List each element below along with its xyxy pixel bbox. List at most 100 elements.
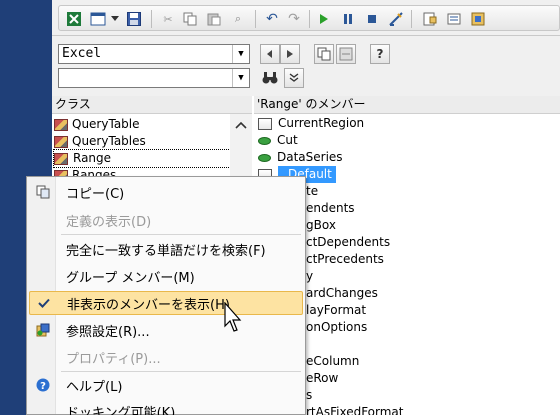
- menu-item-label: 参照設定(R)...: [66, 324, 150, 340]
- menu-icon-slot: [29, 264, 56, 288]
- menu-item-dockable[interactable]: ドッキング可能(K): [29, 399, 303, 415]
- class-item-querytables[interactable]: QueryTables: [54, 133, 146, 150]
- member-item[interactable]: Cut: [258, 132, 298, 149]
- member-item[interactable]: te: [306, 183, 318, 200]
- toolbar-separator: [309, 10, 310, 28]
- menu-item-label: 非表示のメンバーを表示(H): [67, 297, 230, 313]
- menu-icon-slot: [29, 399, 56, 415]
- help-button[interactable]: ?: [370, 44, 390, 64]
- excel-icon[interactable]: [65, 10, 83, 28]
- member-item[interactable]: layFormat: [306, 302, 366, 319]
- member-item-label: s: [306, 388, 313, 402]
- member-item-label: y: [306, 269, 314, 283]
- member-item[interactable]: endents: [306, 200, 355, 217]
- class-item-querytable[interactable]: QueryTable: [54, 116, 140, 133]
- copy-to-clipboard-button[interactable]: [314, 44, 334, 64]
- standard-toolbar: ✂ ⌕ ↶ ↷: [52, 0, 560, 36]
- member-item[interactable]: rtAsFixedFormat: [306, 404, 403, 415]
- object-browser-header: Excel ▼ ▼ ?: [52, 36, 560, 96]
- stop-icon[interactable]: [363, 10, 381, 28]
- member-item-label: ctDependents: [306, 235, 391, 249]
- member-item[interactable]: ctPrecedents: [306, 251, 384, 268]
- save-icon[interactable]: [125, 10, 143, 28]
- member-item-label: eRow: [306, 371, 339, 385]
- undo-icon[interactable]: ↶: [263, 10, 281, 28]
- show-search-results-button[interactable]: [284, 68, 304, 88]
- help-icon: ?: [29, 373, 56, 397]
- copy-icon[interactable]: [181, 10, 199, 28]
- search-select[interactable]: ▼: [58, 68, 250, 88]
- references-icon: [29, 318, 56, 342]
- dropdown-icon[interactable]: [109, 10, 121, 28]
- pause-icon[interactable]: [339, 10, 357, 28]
- menu-item-references[interactable]: 参照設定(R)...: [29, 318, 303, 342]
- menu-item-label: コピー(C): [66, 186, 125, 202]
- classes-header: クラス: [52, 96, 252, 114]
- class-item-range[interactable]: Range: [53, 149, 231, 168]
- toolbar-strip: ✂ ⌕ ↶ ↷: [58, 5, 560, 31]
- cut-icon[interactable]: ✂: [159, 10, 177, 28]
- toolbar-separator: [255, 10, 256, 28]
- member-item-label: ardChanges: [306, 286, 378, 300]
- property-icon: [258, 117, 272, 130]
- run-icon[interactable]: [315, 10, 333, 28]
- library-select[interactable]: Excel ▼: [58, 44, 250, 64]
- check-icon: [30, 291, 57, 315]
- member-item[interactable]: gBox: [306, 217, 336, 234]
- menu-item-group-members[interactable]: グループ メンバー(M): [29, 264, 303, 288]
- class-icon: [54, 118, 68, 131]
- members-header: 'Range' のメンバー: [254, 96, 560, 114]
- class-icon: [54, 152, 68, 165]
- properties-icon[interactable]: [445, 10, 463, 28]
- menu-item-help[interactable]: ? ヘルプ(L): [29, 373, 303, 397]
- member-item-label: Cut: [277, 133, 298, 147]
- menu-item-find-whole-word[interactable]: 完全に一致する単語だけを検索(F): [29, 237, 303, 261]
- member-item[interactable]: ardChanges: [306, 285, 378, 302]
- view-definition-button[interactable]: [336, 44, 356, 64]
- library-select-value: Excel: [62, 46, 102, 61]
- menu-item-view-definition: 定義の表示(D): [29, 208, 303, 232]
- member-item-label: onOptions: [306, 320, 368, 334]
- class-item-label: QueryTable: [72, 117, 140, 131]
- chevron-up-icon[interactable]: [235, 118, 247, 129]
- member-item-label: gBox: [306, 218, 336, 232]
- chevron-down-icon[interactable]: ▼: [232, 45, 249, 63]
- class-item-label: Range: [73, 151, 112, 165]
- copy-icon: [29, 180, 56, 204]
- member-item[interactable]: CurrentRegion: [258, 115, 364, 132]
- class-item-label: QueryTables: [72, 134, 146, 148]
- menu-item-show-hidden-members[interactable]: 非表示のメンバーを表示(H): [29, 291, 303, 315]
- member-item-label: DataSeries: [277, 150, 343, 164]
- member-item[interactable]: onOptions: [306, 319, 367, 336]
- back-button[interactable]: [260, 44, 280, 64]
- redo-icon[interactable]: ↷: [285, 10, 303, 28]
- member-item-label: endents: [306, 201, 355, 215]
- menu-separator: [61, 371, 301, 372]
- method-icon: [258, 153, 271, 162]
- member-item[interactable]: eRow: [306, 370, 338, 387]
- forward-button[interactable]: [280, 44, 300, 64]
- menu-item-label: プロパティ(P)...: [66, 351, 161, 367]
- member-item-label: CurrentRegion: [278, 116, 365, 130]
- chevron-down-icon[interactable]: ▼: [232, 69, 249, 87]
- object-browser-icon[interactable]: [469, 10, 487, 28]
- paste-icon[interactable]: [205, 10, 223, 28]
- menu-separator: [61, 234, 301, 235]
- design-mode-icon[interactable]: [387, 10, 405, 28]
- member-item[interactable]: eColumn: [306, 353, 359, 370]
- find-icon[interactable]: ⌕: [229, 10, 247, 28]
- member-item[interactable]: y: [306, 268, 313, 285]
- context-menu: コピー(C) 定義の表示(D) 完全に一致する単語だけを検索(F) グループ メ…: [26, 176, 306, 415]
- member-item[interactable]: ctDependents: [306, 234, 390, 251]
- menu-icon-slot: [29, 237, 56, 261]
- mouse-pointer-icon: [224, 301, 244, 334]
- member-item[interactable]: s: [306, 387, 312, 404]
- menu-item-copy[interactable]: コピー(C): [29, 180, 303, 204]
- view-icon[interactable]: [89, 10, 107, 28]
- menu-item-label: ドッキング可能(K): [66, 405, 176, 415]
- method-icon: [258, 136, 271, 145]
- project-explorer-icon[interactable]: [421, 10, 439, 28]
- search-button[interactable]: [260, 68, 280, 88]
- member-item[interactable]: DataSeries: [258, 149, 343, 166]
- question-icon: ?: [376, 47, 384, 61]
